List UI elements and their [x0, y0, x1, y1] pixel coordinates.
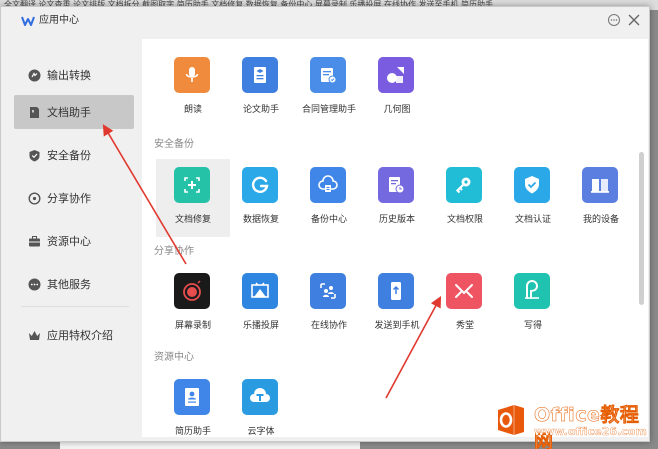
sidebar-item-security-backup[interactable]: 安全备份 — [14, 138, 134, 172]
sidebar-item-share-collab[interactable]: 分享协作 — [14, 181, 134, 215]
app-lebo-cast[interactable]: 乐播投屏 — [224, 265, 298, 343]
tile — [446, 273, 482, 309]
tile — [310, 273, 346, 309]
phone-send-icon — [391, 282, 401, 300]
app-thesis-assistant[interactable]: 论文助手 — [224, 49, 298, 127]
tile — [242, 167, 278, 203]
title-bar: 应用中心 — [1, 7, 649, 35]
app-send-to-phone[interactable]: 发送到手机 — [360, 265, 434, 343]
tile — [310, 57, 346, 93]
app-label: 云字体 — [247, 427, 275, 437]
app-label: 几何图 — [383, 105, 411, 115]
app-screen-record[interactable]: 屏幕录制 — [156, 265, 230, 343]
tile — [174, 167, 210, 203]
watermark-url: www.office26.com — [534, 425, 647, 438]
sidebar-item-label: 文档助手 — [47, 106, 91, 119]
app-center-window: 应用中心 输出转换 文档助手 安全备份 分享协作 资源中心 其他服务 应用特权介… — [0, 6, 650, 442]
shield-icon — [29, 149, 40, 161]
history-icon — [389, 177, 405, 194]
sidebar: 输出转换 文档助手 安全备份 分享协作 资源中心 其他服务 应用特权介绍 — [1, 35, 141, 443]
tile — [378, 57, 414, 93]
sidebar-divider — [21, 306, 129, 307]
tile — [446, 167, 482, 203]
sidebar-item-label: 分享协作 — [47, 192, 91, 205]
write-icon — [525, 280, 539, 299]
tile — [242, 273, 278, 309]
office-logo-icon — [498, 405, 524, 435]
tile — [378, 273, 414, 309]
tile — [310, 167, 346, 203]
repair-icon — [184, 177, 200, 193]
share-icon — [28, 191, 41, 205]
app-online-collab[interactable]: 在线协作 — [292, 265, 366, 343]
tile — [174, 273, 210, 309]
collaborate-icon — [320, 283, 336, 299]
app-xiede[interactable]: 写得 — [496, 265, 570, 343]
tile — [242, 57, 278, 93]
record-icon — [183, 280, 201, 301]
close-icon[interactable] — [627, 13, 641, 27]
contract-icon — [321, 68, 337, 84]
sidebar-item-label: 应用特权介绍 — [47, 329, 113, 342]
briefcase-icon — [29, 235, 40, 246]
wps-logo-icon — [21, 16, 35, 26]
document-icon — [30, 106, 39, 118]
microphone-icon — [185, 67, 199, 82]
app-my-devices[interactable]: 我的设备 — [564, 159, 638, 237]
tile — [378, 167, 414, 203]
geometry-icon — [387, 67, 404, 83]
resume-icon — [185, 388, 199, 406]
feedback-icon[interactable] — [607, 13, 621, 27]
app-doc-verify[interactable]: 文档认证 — [496, 159, 570, 237]
thesis-icon — [254, 67, 266, 83]
sidebar-item-label: 输出转换 — [47, 69, 91, 82]
sidebar-item-doc-assistant[interactable]: 文档助手 — [14, 95, 134, 129]
tile — [242, 379, 278, 415]
section-title-security: 安全备份 — [154, 139, 194, 150]
sidebar-item-label: 其他服务 — [47, 278, 91, 291]
app-cloud-font[interactable]: 云字体 — [224, 371, 298, 437]
window-title: 应用中心 — [39, 15, 79, 26]
tile — [514, 167, 550, 203]
app-geometry[interactable]: 几何图 — [360, 49, 434, 127]
scrollbar[interactable] — [639, 152, 644, 305]
cloud-font-icon — [250, 388, 270, 402]
crown-icon — [29, 330, 40, 340]
tile — [582, 167, 618, 203]
app-backup-center[interactable]: 备份中心 — [292, 159, 366, 237]
device-icon — [591, 179, 609, 193]
key-icon — [455, 177, 471, 194]
sidebar-item-label: 安全备份 — [47, 149, 91, 162]
tile — [514, 273, 550, 309]
app-doc-repair[interactable]: 文档修复 — [156, 159, 230, 237]
sidebar-item-output-convert[interactable]: 输出转换 — [14, 58, 134, 92]
sidebar-item-other-services[interactable]: 其他服务 — [14, 267, 134, 301]
more-icon — [28, 278, 41, 290]
app-grid-panel: 朗读 论文助手 合同管理助手 几何图 安全备份 文档修复 数据恢复 备份中心 历… — [142, 39, 648, 437]
convert-icon — [28, 69, 41, 81]
tile — [174, 379, 210, 415]
section-title-share: 分享协作 — [154, 246, 194, 257]
app-label: 写得 — [523, 321, 542, 331]
app-xiutang[interactable]: 秀堂 — [428, 265, 502, 343]
tile — [174, 57, 210, 93]
site-watermark: Office教程网 www.office26.com — [492, 397, 658, 449]
cloud-backup-icon — [318, 175, 338, 192]
sidebar-item-privilege-intro[interactable]: 应用特权介绍 — [14, 318, 134, 352]
section-title-resource: 资源中心 — [154, 352, 194, 363]
app-doc-permission[interactable]: 文档权限 — [428, 159, 502, 237]
sidebar-item-label: 资源中心 — [47, 235, 91, 248]
app-history-versions[interactable]: 历史版本 — [360, 159, 434, 237]
verify-shield-icon — [525, 176, 539, 194]
sidebar-item-resource-center[interactable]: 资源中心 — [14, 224, 134, 258]
app-label: 我的设备 — [582, 215, 619, 225]
app-read-aloud[interactable]: 朗读 — [156, 49, 230, 127]
app-contract-manager[interactable]: 合同管理助手 — [292, 49, 366, 127]
cast-icon — [251, 282, 269, 298]
xiutang-icon — [455, 284, 473, 298]
app-data-recovery[interactable]: 数据恢复 — [224, 159, 298, 237]
recover-icon — [251, 176, 269, 193]
